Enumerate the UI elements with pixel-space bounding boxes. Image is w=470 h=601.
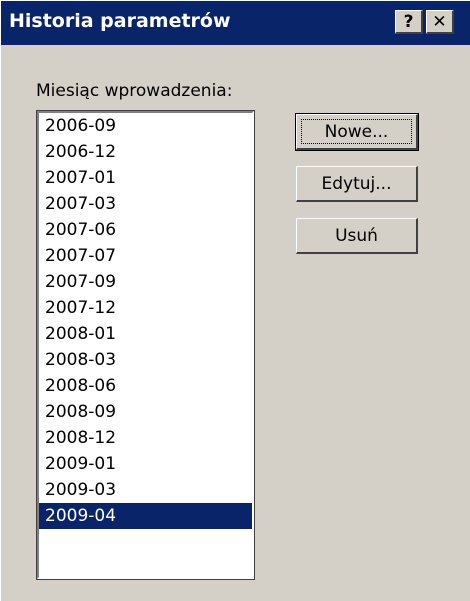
list-item[interactable]: 2007-03	[39, 191, 252, 217]
list-item[interactable]: 2008-12	[39, 425, 252, 451]
delete-button[interactable]: Usuń	[296, 218, 418, 254]
list-item[interactable]: 2008-01	[39, 321, 252, 347]
list-item[interactable]: 2006-12	[39, 139, 252, 165]
edit-button[interactable]: Edytuj...	[296, 166, 418, 202]
list-item[interactable]: 2007-01	[39, 165, 252, 191]
list-item[interactable]: 2007-07	[39, 243, 252, 269]
month-listbox[interactable]: 2006-09 2006-12 2007-01 2007-03 2007-06 2007-…	[36, 110, 255, 580]
list-item[interactable]: 2007-09	[39, 269, 252, 295]
list-item[interactable]: 2008-03	[39, 347, 252, 373]
list-item[interactable]: 2009-03	[39, 477, 252, 503]
window-title: Historia parametrów	[9, 10, 231, 32]
edit-button-label: Edytuj...	[321, 173, 392, 194]
list-item[interactable]: 2008-06	[39, 373, 252, 399]
list-item[interactable]: 2006-09	[39, 113, 252, 139]
focus-rectangle	[301, 119, 412, 144]
help-icon: ?	[403, 11, 414, 32]
help-button[interactable]: ?	[395, 10, 423, 34]
delete-button-label: Usuń	[335, 225, 378, 246]
dialog-window: Historia parametrów ? ✕ Miesiąc wprowadz…	[0, 0, 470, 601]
close-button[interactable]: ✕	[426, 10, 454, 34]
new-button[interactable]: Nowe...	[295, 113, 419, 151]
title-bar[interactable]: Historia parametrów ? ✕	[1, 1, 470, 45]
list-item[interactable]: 2009-01	[39, 451, 252, 477]
list-label: Miesiąc wprowadzenia:	[36, 81, 233, 101]
list-item[interactable]: 2009-04	[39, 503, 252, 529]
list-item[interactable]: 2007-06	[39, 217, 252, 243]
list-item[interactable]: 2008-09	[39, 399, 252, 425]
list-item[interactable]: 2007-12	[39, 295, 252, 321]
close-icon: ✕	[432, 11, 447, 32]
